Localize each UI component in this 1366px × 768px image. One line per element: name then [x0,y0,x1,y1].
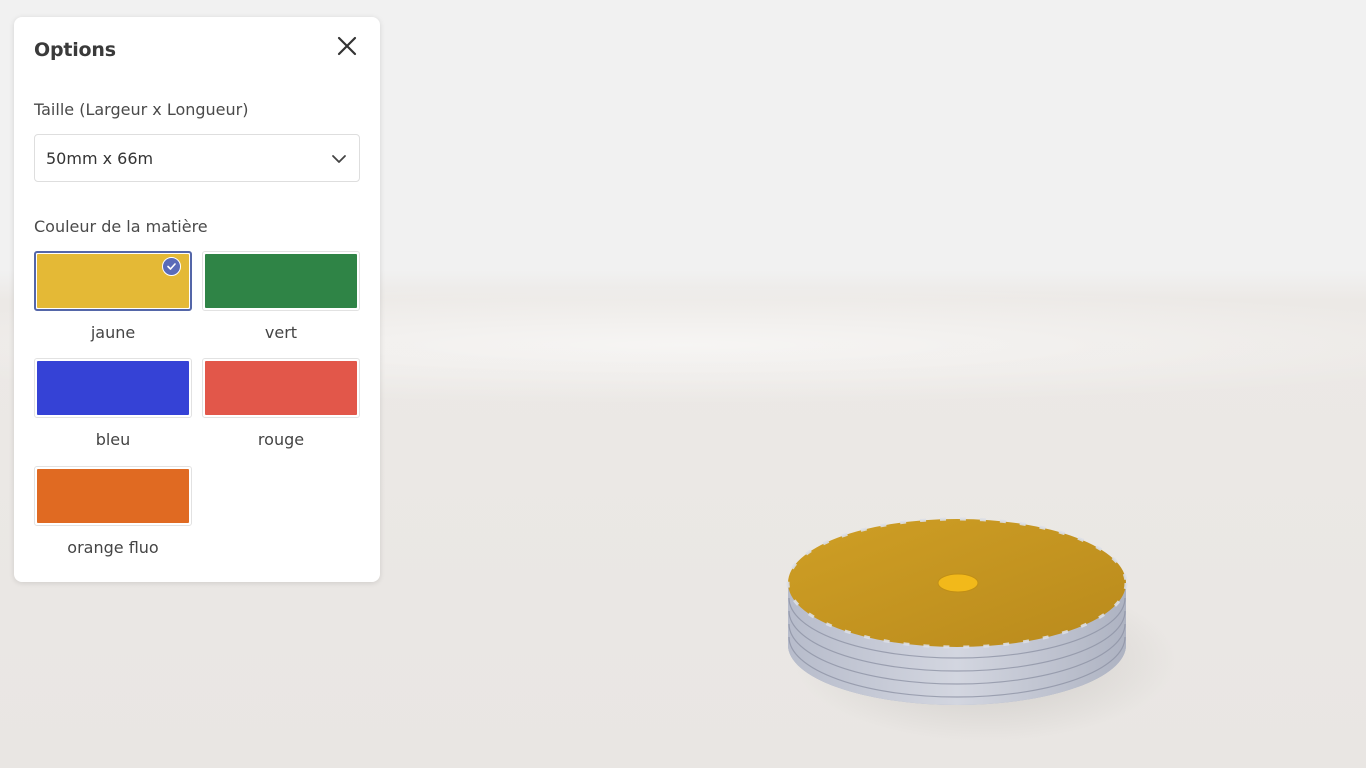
color-option-label: orange fluo [67,538,159,557]
size-label: Taille (Largeur x Longueur) [34,100,249,119]
chevron-down-icon [332,155,346,163]
swatch-fill [205,254,357,308]
swatch-fill [37,361,189,415]
color-swatch[interactable] [34,251,192,311]
color-option-jaune[interactable]: jaune [34,251,192,342]
tape-roll-core [937,573,979,593]
color-option-orange-fluo[interactable]: orange fluo [34,466,192,557]
size-select-value: 50mm x 66m [46,149,154,168]
close-button[interactable] [332,31,362,61]
swatch-fill [205,361,357,415]
color-option-label: bleu [95,430,131,449]
size-select[interactable]: 50mm x 66m [34,134,360,182]
color-option-label: vert [264,323,298,342]
panel-title: Options [34,39,116,61]
color-label: Couleur de la matière [34,217,208,236]
color-option-bleu[interactable]: bleu [34,358,192,449]
color-swatch[interactable] [202,358,360,418]
color-option-vert[interactable]: vert [202,251,360,342]
check-icon [162,257,181,276]
color-option-rouge[interactable]: rouge [202,358,360,449]
close-icon [337,36,357,56]
color-option-label: rouge [257,430,305,449]
color-swatch[interactable] [202,251,360,311]
color-option-label: jaune [90,323,136,342]
swatch-fill [37,469,189,523]
color-swatch[interactable] [34,358,192,418]
color-swatch[interactable] [34,466,192,526]
options-panel: Options Taille (Largeur x Longueur) 50mm… [14,17,380,582]
